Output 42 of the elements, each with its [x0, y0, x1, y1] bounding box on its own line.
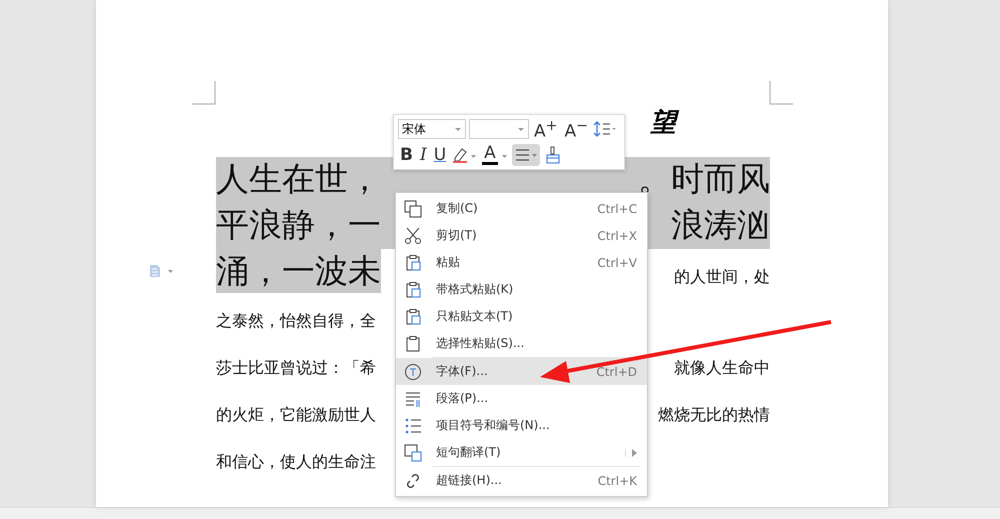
- submenu-arrow-icon: [625, 448, 637, 456]
- margin-mark-icon: [769, 81, 793, 105]
- clipboard-icon: [404, 280, 422, 298]
- body-text: 和信心，使人的生命注: [216, 450, 376, 472]
- menu-item[interactable]: 字体(F)... Ctrl+D: [396, 358, 647, 385]
- align-icon[interactable]: [512, 144, 540, 166]
- menu-item[interactable]: 带格式粘贴(K): [396, 276, 647, 303]
- document-title: 望: [650, 107, 680, 140]
- menu-item[interactable]: 剪切(T) Ctrl+X: [396, 222, 647, 249]
- menu-item[interactable]: 只粘贴文本(T): [396, 303, 647, 330]
- underline-button[interactable]: U: [432, 144, 448, 166]
- font-name-field[interactable]: 宋体: [398, 119, 466, 140]
- margin-mark-icon: [192, 81, 216, 105]
- body-text: 就像人生命中: [674, 356, 770, 378]
- scissors-icon: [404, 226, 422, 244]
- body-text: 涌，一波未: [216, 249, 381, 293]
- clipboard-icon: [404, 308, 422, 326]
- menu-item[interactable]: 超链接(H)... Ctrl+K: [396, 467, 647, 494]
- grow-font-button[interactable]: A$^{+}$: [532, 118, 560, 140]
- menu-item[interactable]: 选择性粘贴(S)...: [396, 330, 647, 357]
- paragraph-icon: [404, 390, 422, 408]
- italic-button[interactable]: I: [418, 144, 429, 166]
- line-spacing-icon[interactable]: [593, 120, 618, 138]
- font-size-field[interactable]: [469, 119, 529, 140]
- body-text: 之泰然，怡然自得，全: [216, 310, 376, 332]
- link-icon: [404, 472, 422, 490]
- body-text: 莎士比亚曾说过：「希: [216, 356, 376, 378]
- menu-item[interactable]: 段落(P)...: [396, 385, 647, 412]
- menu-item[interactable]: 粘贴 Ctrl+V: [396, 249, 647, 276]
- bold-button[interactable]: B: [398, 144, 415, 166]
- font-icon: [404, 362, 422, 380]
- shrink-font-button[interactable]: A$^{−}$: [562, 118, 590, 140]
- copy-icon: [404, 200, 422, 218]
- font-color-button[interactable]: A: [482, 144, 498, 165]
- menu-item[interactable]: 项目符号和编号(N)...: [396, 412, 647, 439]
- body-text: 的火炬，它能激励世人: [216, 404, 376, 426]
- list-icon: [404, 416, 422, 434]
- menu-item[interactable]: 短句翻译(T): [396, 439, 647, 466]
- body-text: 的人世间，处: [674, 266, 770, 288]
- body-text: 燃烧无比的热情: [658, 404, 770, 426]
- clipboard-icon: [404, 254, 422, 272]
- clipboard-icon: [404, 334, 422, 352]
